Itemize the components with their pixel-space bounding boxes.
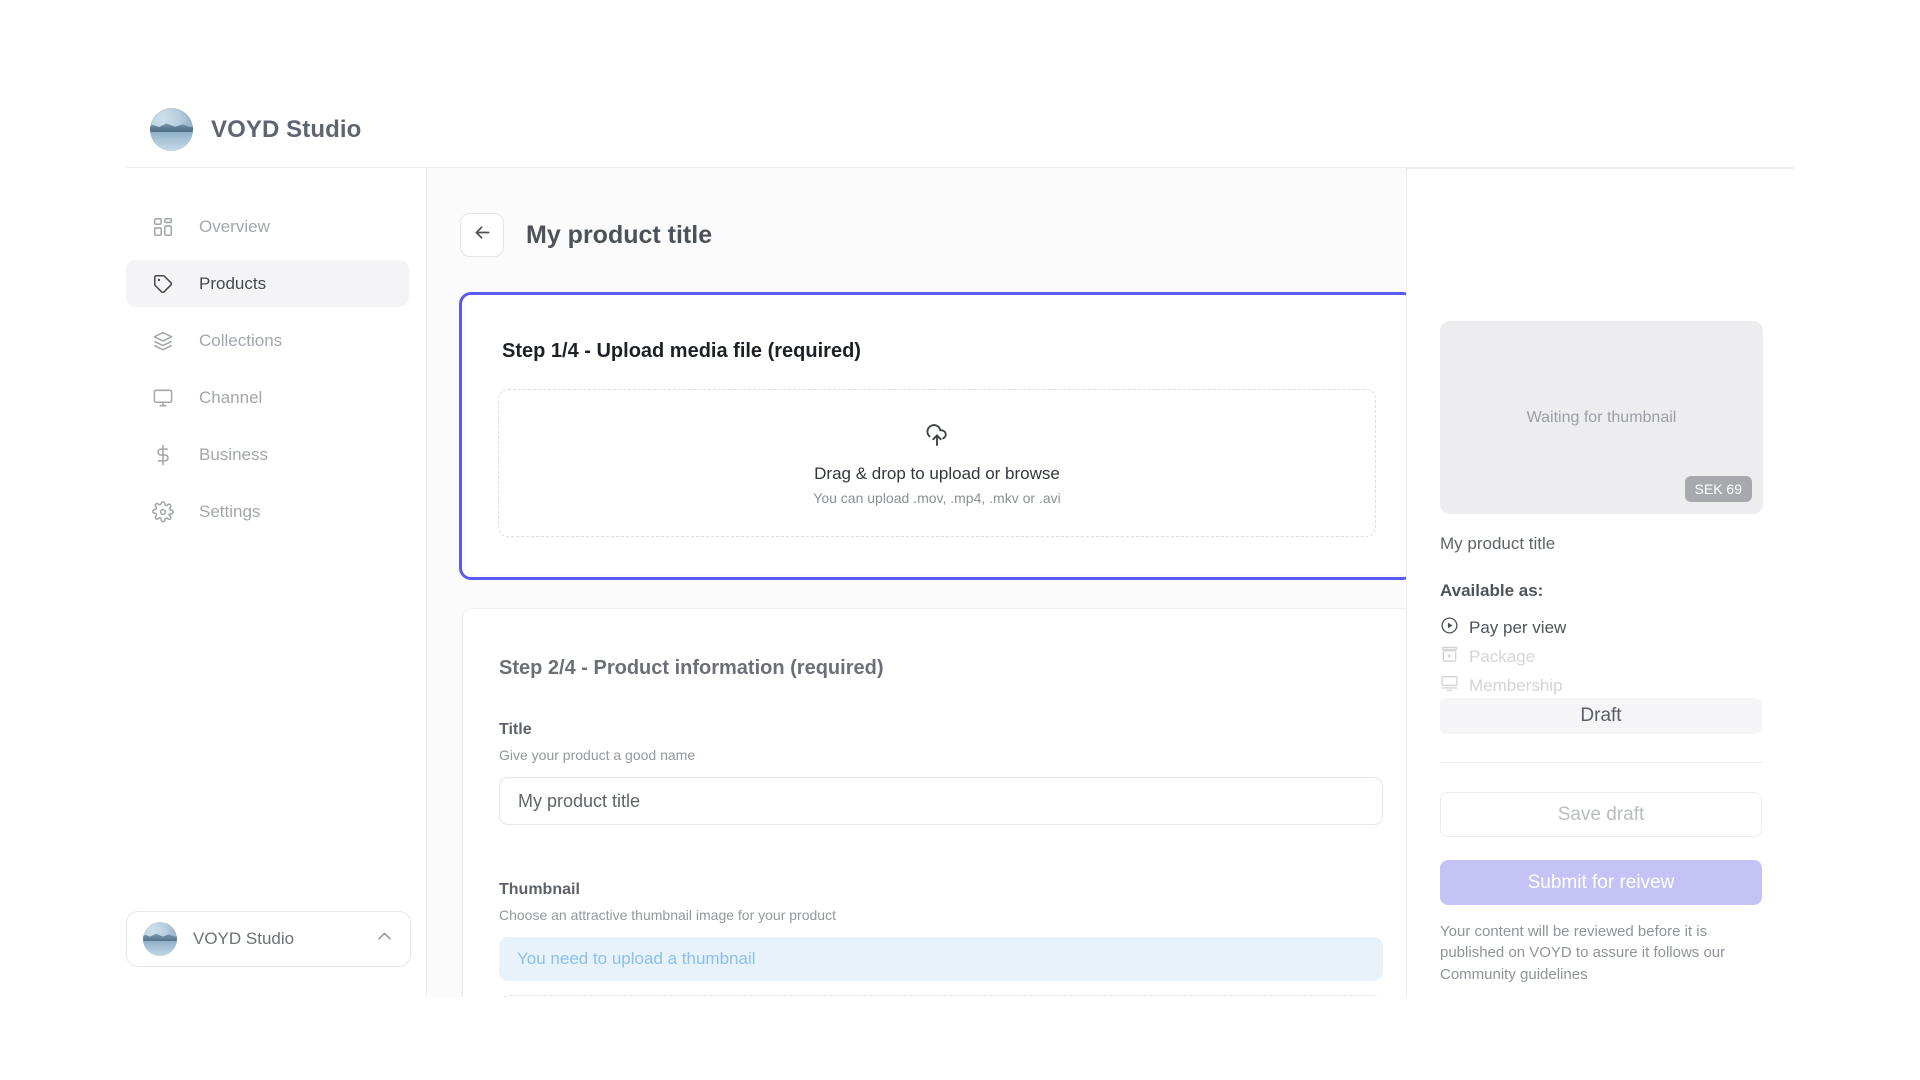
available-option-package: Package xyxy=(1440,642,1566,671)
thumbnail-preview: Waiting for thumbnail SEK 69 xyxy=(1440,321,1763,514)
sidebar-nav: Overview Products Collections Channel Bu… xyxy=(126,203,409,545)
avatar xyxy=(143,922,177,956)
sidebar-item-business[interactable]: Business xyxy=(126,431,409,478)
arrow-left-icon xyxy=(472,222,493,248)
back-button[interactable] xyxy=(460,213,504,257)
sidebar-item-channel[interactable]: Channel xyxy=(126,374,409,421)
available-as-label: Available as: xyxy=(1440,581,1544,600)
sidebar-item-overview[interactable]: Overview xyxy=(126,203,409,250)
sidebar-item-label: Business xyxy=(199,444,268,464)
sidebar-item-label: Channel xyxy=(199,387,263,407)
available-option-label: Membership xyxy=(1469,675,1563,695)
thumbnail-dropzone[interactable] xyxy=(499,995,1383,997)
status-badge: Draft xyxy=(1440,698,1762,734)
sidebar: Overview Products Collections Channel Bu… xyxy=(126,167,426,1080)
dropzone-main-text: Drag & drop to upload or browse xyxy=(814,463,1060,483)
chevron-up-icon xyxy=(375,927,394,951)
page-header: My product title xyxy=(460,213,712,257)
available-option-membership: Membership xyxy=(1440,671,1566,700)
play-circle-icon xyxy=(1440,616,1459,640)
preview-product-name: My product title xyxy=(1440,534,1556,553)
media-dropzone[interactable]: Drag & drop to upload or browse You can … xyxy=(498,389,1376,537)
sidebar-item-label: Products xyxy=(199,273,267,293)
step-2-title: Step 2/4 - Product information (required… xyxy=(499,657,884,679)
sidebar-item-settings[interactable]: Settings xyxy=(126,488,409,535)
grid-icon xyxy=(151,215,175,239)
brand-name: VOYD Studio xyxy=(211,115,362,143)
thumbnail-field-group: Thumbnail Choose an attractive thumbnail… xyxy=(499,881,1383,997)
dropzone-sub-text: You can upload .mov, .mp4, .mkv or .avi xyxy=(813,489,1061,506)
review-disclaimer: Your content will be reviewed before it … xyxy=(1440,923,1726,983)
available-option-pay-per-view: Pay per view xyxy=(1440,613,1566,642)
sidebar-item-label: Settings xyxy=(199,501,261,521)
app-root: VOYD Studio Overview Products Collection… xyxy=(0,0,1920,1080)
sidebar-item-products[interactable]: Products xyxy=(126,260,409,307)
gear-icon xyxy=(151,500,175,524)
step-2-card: Step 2/4 - Product information (required… xyxy=(462,608,1412,997)
sidebar-item-collections[interactable]: Collections xyxy=(126,317,409,364)
thumbnail-field-label: Thumbnail xyxy=(499,881,580,898)
title-field-group: Title Give your product a good name My p… xyxy=(499,721,1383,825)
monitor-icon xyxy=(151,386,175,410)
brand-header: VOYD Studio xyxy=(150,108,361,151)
available-option-label: Package xyxy=(1469,646,1536,666)
package-icon xyxy=(1440,645,1459,669)
price-badge: SEK 69 xyxy=(1684,476,1752,502)
save-draft-button[interactable]: Save draft xyxy=(1440,792,1762,837)
sidebar-item-label: Overview xyxy=(199,216,270,236)
tag-icon xyxy=(151,272,175,296)
brand-avatar xyxy=(150,108,193,151)
sidebar-item-label: Collections xyxy=(199,330,283,350)
available-option-label: Pay per view xyxy=(1469,617,1567,637)
page-title: My product title xyxy=(526,220,713,249)
thumbnail-field-hint: Choose an attractive thumbnail image for… xyxy=(499,907,836,923)
step-1-title: Step 1/4 - Upload media file (required) xyxy=(502,340,861,362)
thumbnail-warning-banner: You need to upload a thumbnail xyxy=(499,937,1383,981)
account-name: VOYD Studio xyxy=(193,929,295,948)
product-preview-rail: Waiting for thumbnail SEK 69 My product … xyxy=(1406,168,1794,997)
submit-for-review-button[interactable]: Submit for reivew xyxy=(1440,860,1762,905)
thumbnail-placeholder-text: Waiting for thumbnail xyxy=(1526,408,1677,426)
title-input[interactable]: My product title xyxy=(499,777,1383,825)
layers-icon xyxy=(151,329,175,353)
step-1-card[interactable]: Step 1/4 - Upload media file (required) … xyxy=(459,292,1415,580)
dollar-icon xyxy=(151,443,175,467)
title-field-hint: Give your product a good name xyxy=(499,747,696,763)
divider xyxy=(1440,762,1762,763)
account-switcher[interactable]: VOYD Studio xyxy=(126,911,411,967)
membership-icon xyxy=(1440,674,1459,698)
available-as-list: Pay per view Package Membership xyxy=(1440,613,1566,700)
title-field-label: Title xyxy=(499,721,532,738)
cloud-upload-icon xyxy=(923,421,951,454)
